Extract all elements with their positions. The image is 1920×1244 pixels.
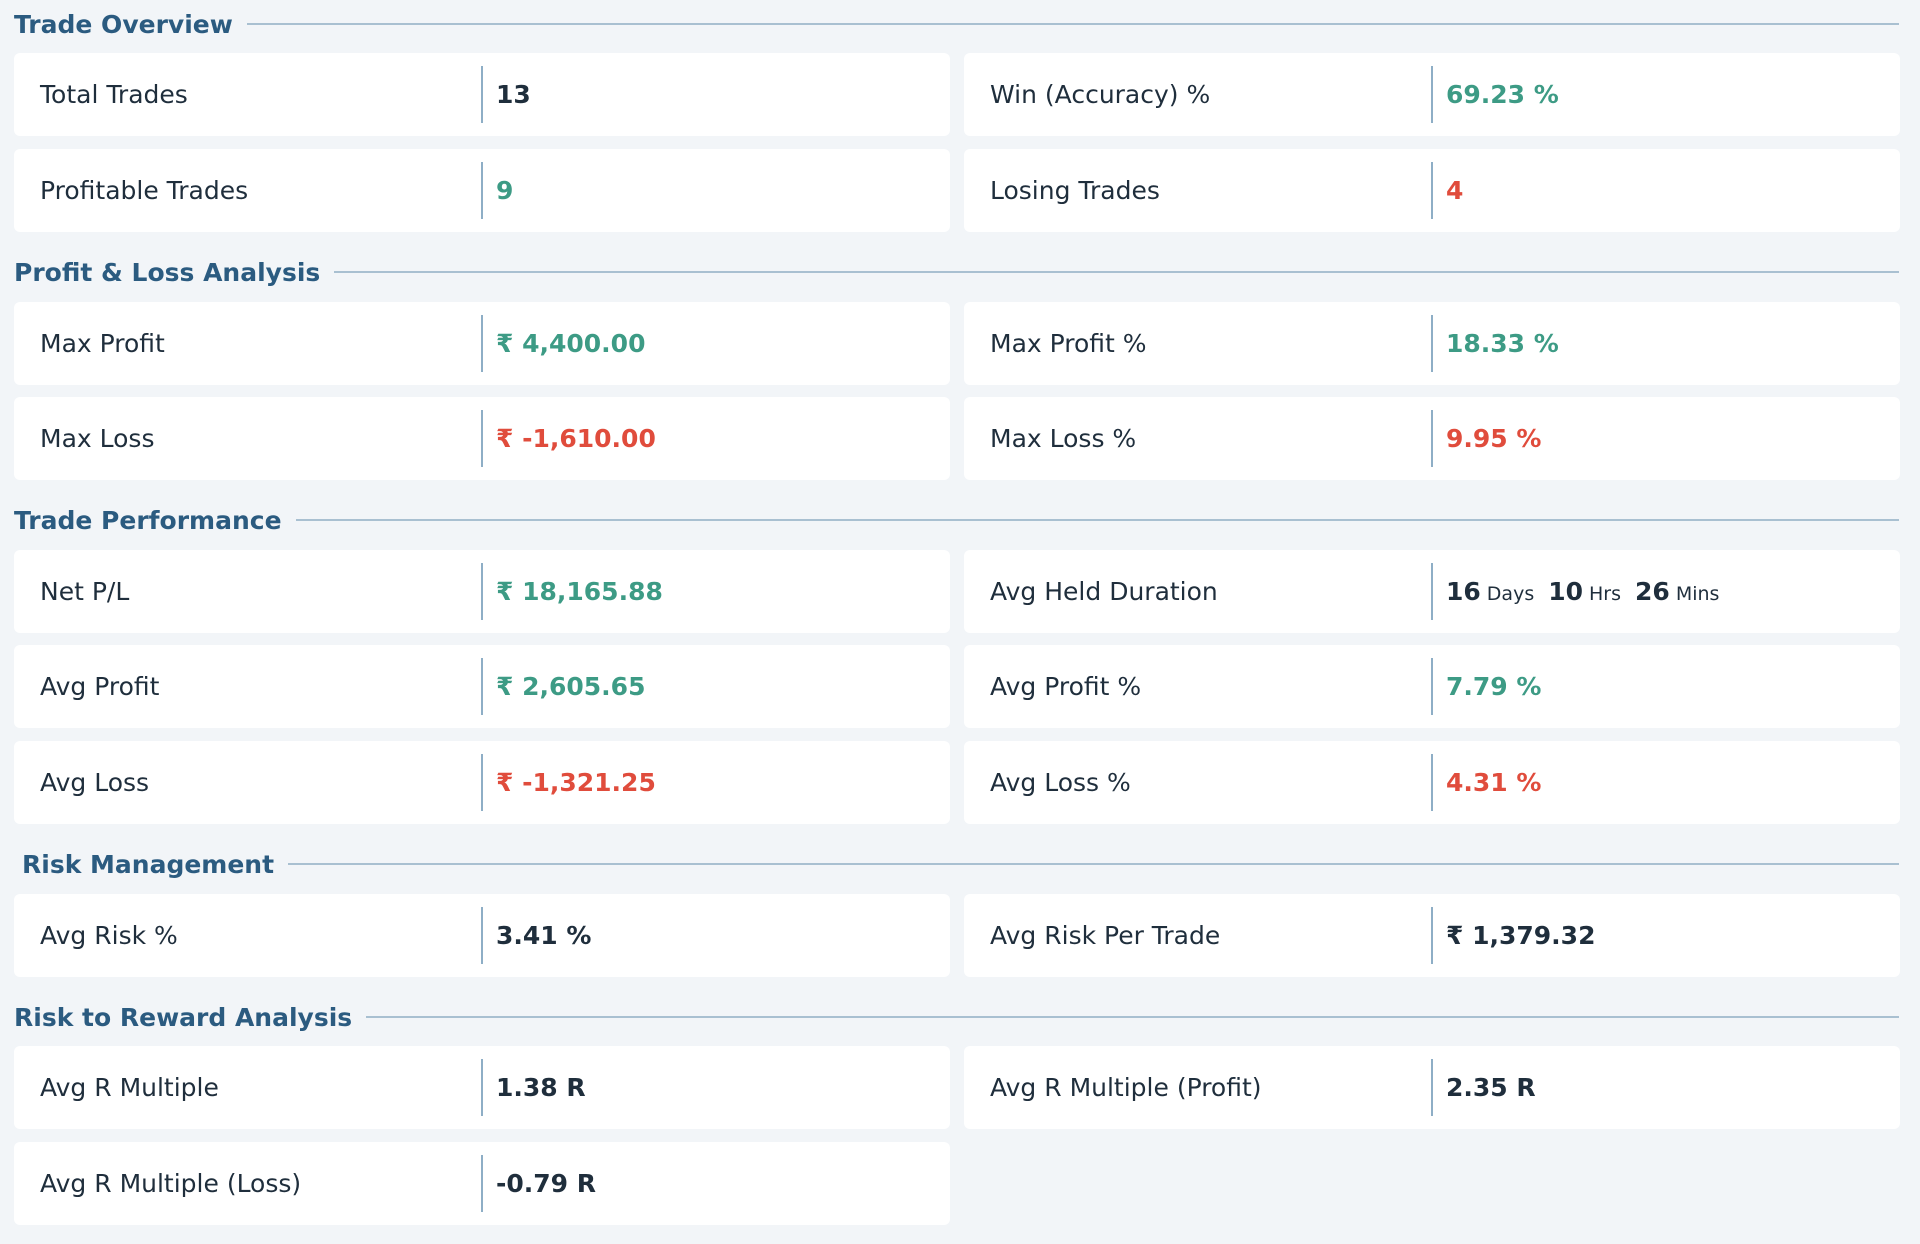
metric-card-max-profit: Max Profit ₹ 4,400.00 bbox=[14, 302, 950, 385]
metric-label: Avg R Multiple (Profit) bbox=[990, 1073, 1262, 1102]
metric-card-avg-loss-pct: Avg Loss % 4.31 % bbox=[964, 741, 1900, 824]
metric-card-max-loss-pct: Max Loss % 9.95 % bbox=[964, 397, 1900, 480]
duration-days-unit: Days bbox=[1486, 583, 1535, 605]
section-risk-management: Risk Management bbox=[22, 844, 1899, 884]
metric-label: Avg Loss % bbox=[990, 768, 1131, 797]
metric-label: Losing Trades bbox=[990, 176, 1160, 205]
section-title: Trade Performance bbox=[14, 505, 282, 535]
section-title: Risk Management bbox=[22, 849, 275, 879]
metric-card-avg-risk-pct: Avg Risk % 3.41 % bbox=[14, 894, 950, 977]
metric-value: ₹ 18,165.88 bbox=[496, 577, 663, 606]
section-divider bbox=[295, 519, 1899, 521]
metric-label: Avg R Multiple (Loss) bbox=[40, 1169, 302, 1198]
duration-hrs: 10 bbox=[1548, 577, 1584, 606]
metric-label: Avg Risk % bbox=[40, 921, 178, 950]
metric-label: Max Loss bbox=[40, 424, 155, 453]
metric-label: Avg Profit % bbox=[990, 672, 1142, 701]
metric-value: 2.35 R bbox=[1446, 1073, 1536, 1102]
metric-card-net-pl: Net P/L ₹ 18,165.88 bbox=[14, 550, 950, 633]
metric-card-losing-trades: Losing Trades 4 bbox=[964, 149, 1900, 232]
metric-card-max-loss: Max Loss ₹ -1,610.00 bbox=[14, 397, 950, 480]
metric-value: ₹ -1,321.25 bbox=[496, 768, 656, 797]
metric-label: Max Profit % bbox=[990, 329, 1147, 358]
metric-card-avg-r-multiple-loss: Avg R Multiple (Loss) -0.79 R bbox=[14, 1142, 950, 1225]
metric-card-avg-r-multiple: Avg R Multiple 1.38 R bbox=[14, 1046, 950, 1129]
metric-label: Avg R Multiple bbox=[40, 1073, 219, 1102]
metric-value: 69.23 % bbox=[1446, 80, 1559, 109]
metric-card-win-accuracy: Win (Accuracy) % 69.23 % bbox=[964, 53, 1900, 136]
metric-card-avg-risk-per-trade: Avg Risk Per Trade ₹ 1,379.32 bbox=[964, 894, 1900, 977]
metric-card-avg-profit-pct: Avg Profit % 7.79 % bbox=[964, 645, 1900, 728]
metric-card-total-trades: Total Trades 13 bbox=[14, 53, 950, 136]
section-title: Profit & Loss Analysis bbox=[14, 257, 321, 287]
metric-label: Max Profit bbox=[40, 329, 165, 358]
metric-value: 3.41 % bbox=[496, 921, 592, 950]
metric-value: 1.38 R bbox=[496, 1073, 586, 1102]
metric-label: Avg Risk Per Trade bbox=[990, 921, 1221, 950]
metric-label: Win (Accuracy) % bbox=[990, 80, 1211, 109]
section-divider bbox=[288, 863, 1899, 865]
metric-card-avg-held-duration: Avg Held Duration 16 Days 10 Hrs 26 Mins bbox=[964, 550, 1900, 633]
metric-label: Profitable Trades bbox=[40, 176, 249, 205]
section-divider bbox=[366, 1016, 1899, 1018]
metric-card-max-profit-pct: Max Profit % 18.33 % bbox=[964, 302, 1900, 385]
metric-value: ₹ 2,605.65 bbox=[496, 672, 646, 701]
duration-days: 16 bbox=[1446, 577, 1481, 606]
metric-label: Net P/L bbox=[40, 577, 130, 606]
metric-value: 18.33 % bbox=[1446, 329, 1559, 358]
metric-card-avg-profit: Avg Profit ₹ 2,605.65 bbox=[14, 645, 950, 728]
section-trade-overview: Trade Overview bbox=[14, 4, 1899, 44]
metric-label: Max Loss % bbox=[990, 424, 1137, 453]
section-divider bbox=[334, 271, 1899, 273]
section-title: Risk to Reward Analysis bbox=[14, 1002, 353, 1032]
metric-value: ₹ 4,400.00 bbox=[496, 329, 646, 358]
section-pnl-analysis: Profit & Loss Analysis bbox=[14, 252, 1899, 292]
metric-value: 9 bbox=[496, 176, 514, 205]
metric-label: Avg Held Duration bbox=[990, 577, 1218, 606]
metric-value: 13 bbox=[496, 80, 531, 109]
metric-card-avg-r-multiple-profit: Avg R Multiple (Profit) 2.35 R bbox=[964, 1046, 1900, 1129]
metric-value: 7.79 % bbox=[1446, 672, 1542, 701]
metric-label: Avg Loss bbox=[40, 768, 150, 797]
metric-label: Avg Profit bbox=[40, 672, 160, 701]
section-title: Trade Overview bbox=[14, 9, 233, 39]
duration-mins: 26 bbox=[1635, 577, 1670, 606]
metric-value: -0.79 R bbox=[496, 1169, 597, 1198]
section-risk-reward: Risk to Reward Analysis bbox=[14, 997, 1899, 1037]
metric-value: 4 bbox=[1446, 176, 1464, 205]
metric-value: 9.95 % bbox=[1446, 424, 1542, 453]
metric-value: ₹ 1,379.32 bbox=[1446, 921, 1596, 950]
metric-card-profitable-trades: Profitable Trades 9 bbox=[14, 149, 950, 232]
metric-value-duration: 16 Days 10 Hrs 26 Mins bbox=[1433, 577, 1719, 606]
duration-mins-unit: Mins bbox=[1675, 583, 1720, 605]
section-divider bbox=[246, 23, 1899, 25]
metric-label: Total Trades bbox=[40, 80, 188, 109]
section-trade-performance: Trade Performance bbox=[14, 500, 1899, 540]
trade-stats-page: Trade Overview Total Trades 13 Win (Accu… bbox=[0, 0, 1920, 1244]
metric-value: 4.31 % bbox=[1446, 768, 1542, 797]
metric-value: ₹ -1,610.00 bbox=[496, 424, 656, 453]
duration-hrs-unit: Hrs bbox=[1589, 583, 1622, 605]
metric-card-avg-loss: Avg Loss ₹ -1,321.25 bbox=[14, 741, 950, 824]
